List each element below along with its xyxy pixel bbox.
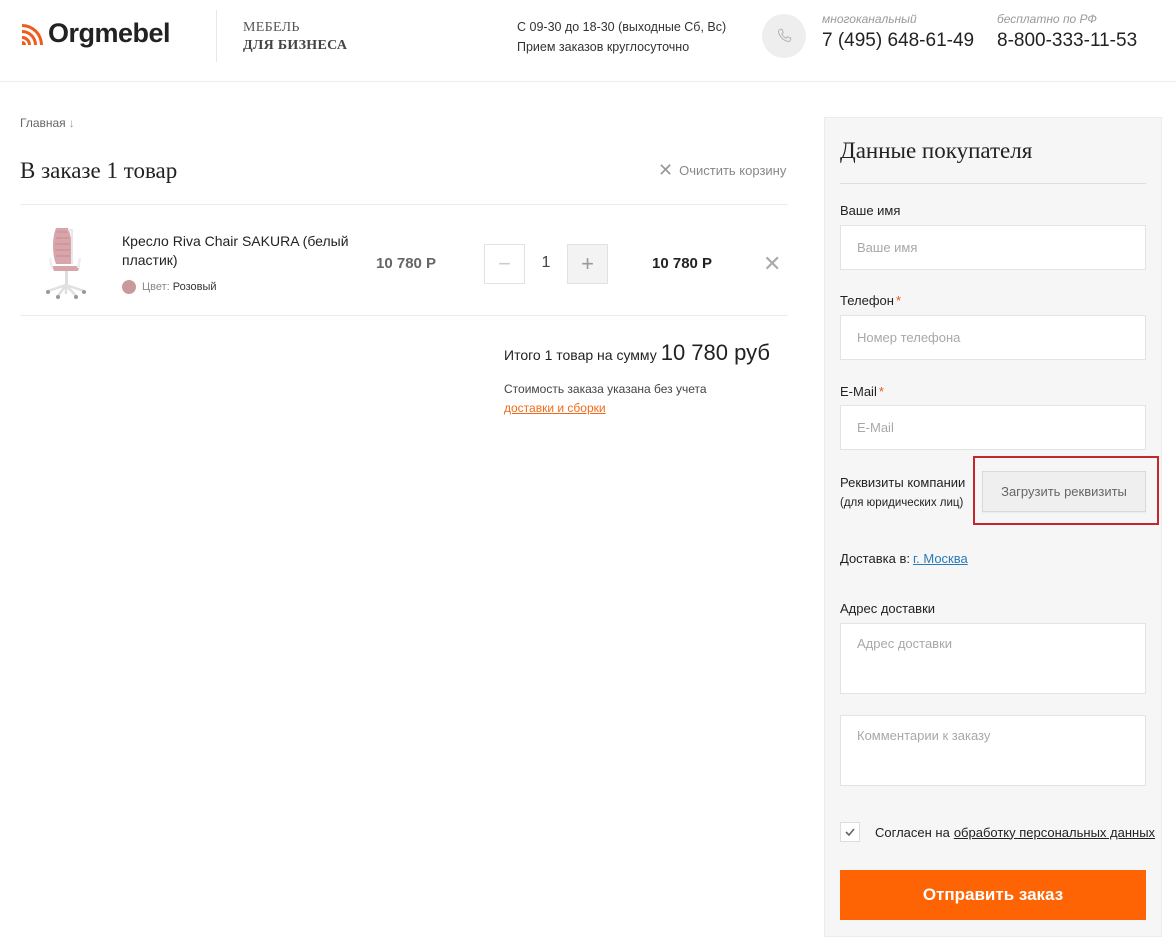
phone-label-text: Телефон: [840, 293, 894, 308]
buyer-form-panel: Данные покупателя Ваше имя Телефон* E-Ma…: [824, 117, 1162, 937]
phone-free: бесплатно по РФ 8-800-333-11-53: [997, 12, 1137, 54]
close-icon: ✕: [658, 160, 674, 180]
upload-requisites-button[interactable]: Загрузить реквизиты: [982, 471, 1146, 512]
remove-item-icon[interactable]: ✕: [763, 253, 781, 275]
arrow-down-icon: ↓: [68, 116, 75, 130]
logo[interactable]: Orgmebel: [20, 18, 171, 49]
color-label: Цвет:: [142, 281, 170, 293]
tagline-line2: ДЛЯ БИЗНЕСА: [243, 38, 348, 53]
hours-line1: С 09-30 до 18-30 (выходные Сб, Вс): [517, 20, 727, 34]
site-header: Orgmebel МЕБЕЛЬ ДЛЯ БИЗНЕСА С 09-30 до 1…: [0, 0, 1176, 82]
product-image[interactable]: [42, 224, 92, 300]
email-input[interactable]: [840, 405, 1146, 450]
phone2-number[interactable]: 8-800-333-11-53: [997, 28, 1137, 54]
summary-label: Итого 1 товар на сумму: [504, 347, 657, 363]
summary-value: 10 780 руб: [660, 340, 770, 365]
divider: [840, 183, 1146, 184]
phone2-caption: бесплатно по РФ: [997, 12, 1097, 26]
submit-order-button[interactable]: Отправить заказ: [840, 870, 1146, 920]
phone1-caption: многоканальный: [822, 12, 917, 26]
logo-icon: [20, 21, 46, 47]
required-mark: *: [895, 293, 901, 308]
quantity-value[interactable]: 1: [530, 254, 562, 272]
header-divider: [216, 10, 217, 62]
phone1-number[interactable]: 7 (495) 648-61-49: [822, 28, 974, 54]
name-label-text: Ваше имя: [840, 203, 901, 218]
product-name[interactable]: Кресло Riva Chair SAKURA (белый пластик): [122, 232, 352, 270]
order-summary: Итого 1 товар на сумму 10 780 руб: [504, 340, 770, 366]
quantity-decrease-button[interactable]: −: [484, 244, 525, 284]
quantity-increase-button[interactable]: +: [567, 244, 608, 284]
consent-row: Согласен на обработку персональных данны…: [840, 822, 1155, 842]
phone-label: Телефон *: [840, 293, 901, 308]
color-value: Розовый: [172, 281, 217, 293]
comment-input[interactable]: [840, 715, 1146, 786]
product-color: Цвет: Розовый: [122, 280, 217, 294]
name-input[interactable]: [840, 225, 1146, 270]
cart-title: В заказе 1 товар: [20, 158, 178, 183]
requisites-label: Реквизиты компании (для юридических лиц): [840, 472, 965, 514]
address-input[interactable]: [840, 623, 1146, 694]
requisites-sub: (для юридических лиц): [840, 497, 964, 509]
breadcrumb-home[interactable]: Главная: [20, 116, 66, 130]
panel-title: Данные покупателя: [840, 138, 1033, 163]
product-total: 10 780 Р: [652, 255, 713, 272]
working-hours: С 09-30 до 18-30 (выходные Сб, Вс) Прием…: [517, 17, 726, 57]
name-label: Ваше имя: [840, 203, 900, 218]
address-label: Адрес доставки: [840, 601, 936, 616]
requisites-label-text: Реквизиты компании: [840, 475, 966, 490]
tagline-line1: МЕБЕЛЬ: [243, 20, 300, 35]
consent-text: Согласен на: [875, 824, 950, 840]
delivery-note: Стоимость заказа указана без учета доста…: [504, 380, 707, 418]
delivery-label: Доставка в:: [840, 551, 910, 566]
privacy-link[interactable]: обработку персональных данных: [954, 825, 1155, 840]
clear-cart-label: Очистить корзину: [679, 162, 787, 178]
delivery-city: Доставка в: г. Москва: [840, 551, 968, 566]
logo-text: Orgmebel: [48, 18, 171, 48]
phone-icon[interactable]: [762, 14, 806, 58]
email-label: E-Mail *: [840, 384, 884, 399]
tagline: МЕБЕЛЬ ДЛЯ БИЗНЕСА: [243, 19, 347, 55]
phone-multichannel: многоканальный 7 (495) 648-61-49: [822, 12, 974, 54]
note-text: Стоимость заказа указана без учета: [504, 382, 707, 396]
required-mark: *: [878, 384, 884, 399]
delivery-city-link[interactable]: г. Москва: [913, 551, 968, 566]
phone-input[interactable]: [840, 315, 1146, 360]
clear-cart-button[interactable]: ✕ Очистить корзину: [658, 160, 787, 180]
checkmark-icon: [845, 828, 855, 836]
divider: [20, 315, 788, 316]
breadcrumb: Главная ↓: [20, 116, 75, 130]
delivery-assembly-link[interactable]: доставки и сборки: [504, 399, 707, 418]
product-price: 10 780 Р: [376, 255, 437, 272]
divider: [20, 204, 788, 205]
hours-line2: Прием заказов круглосуточно: [517, 40, 690, 54]
color-swatch: [122, 280, 136, 294]
consent-checkbox[interactable]: [840, 822, 860, 842]
email-label-text: E-Mail: [840, 384, 877, 399]
